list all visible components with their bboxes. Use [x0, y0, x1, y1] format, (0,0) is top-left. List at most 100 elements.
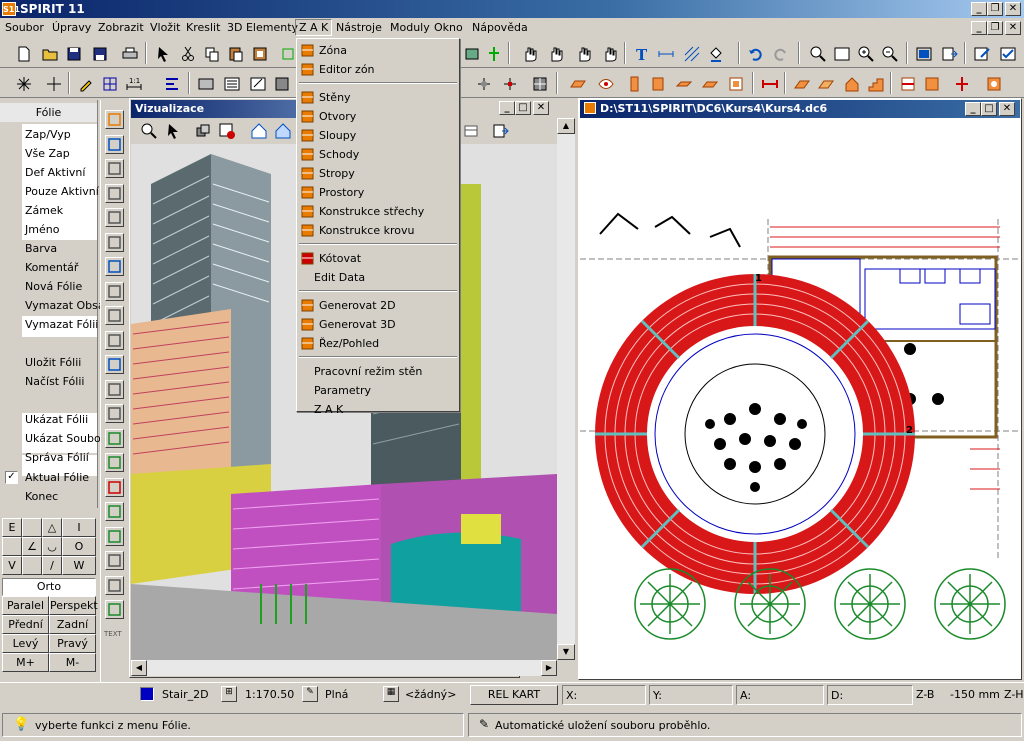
snap-key-blank2[interactable]	[2, 537, 22, 556]
menu-3d-elementy[interactable]: 3D Elementy	[227, 21, 298, 34]
minimize-button[interactable]: _	[971, 2, 987, 16]
view-button-paralel[interactable]: Paralel	[2, 596, 49, 615]
menu-okno[interactable]: Okno	[434, 21, 463, 34]
house-tool-icon[interactable]	[842, 74, 860, 92]
snap-key-arc[interactable]: ◡	[42, 537, 62, 556]
zak-menu-item-2[interactable]: Stěny	[297, 88, 459, 107]
undo-icon[interactable]	[746, 44, 764, 62]
text-mode-icon[interactable]	[105, 600, 124, 619]
zoom-out-icon[interactable]	[880, 44, 898, 62]
layer-item-13[interactable]: Ukázat Fólii	[25, 410, 88, 429]
rotate-icon[interactable]	[105, 379, 124, 399]
layer-name[interactable]: Stair_2D	[162, 688, 209, 701]
viz-scroll-left[interactable]: ◀	[131, 660, 147, 676]
view-button-levy[interactable]: Levý	[2, 634, 49, 653]
menu-kreslit[interactable]: Kreslit	[186, 21, 220, 34]
hatch-icon[interactable]	[682, 44, 700, 62]
grid-snap-icon[interactable]	[105, 159, 124, 178]
layer-item-1[interactable]: Vše Zap	[25, 144, 70, 163]
viz-export-icon[interactable]	[491, 121, 509, 139]
layer-item-3[interactable]: Pouze Aktivní	[25, 182, 99, 201]
layer-green-icon[interactable]	[484, 44, 502, 62]
zak-menu-item-1[interactable]: Editor zón	[297, 60, 459, 79]
layer-item-15[interactable]: Správa Fólií	[25, 448, 89, 467]
menu-napoveda[interactable]: Nápověda	[472, 21, 528, 34]
zak-menu-item-7[interactable]: Prostory	[297, 183, 459, 202]
viz-vscrollbar[interactable]: ▲ ▼	[557, 118, 575, 660]
viz-zoom-icon[interactable]	[139, 121, 157, 139]
layer-item-12[interactable]: Načíst Fólii	[25, 372, 84, 391]
text-tool-icon[interactable]: T	[632, 44, 650, 64]
layer-color-swatch[interactable]	[140, 687, 154, 701]
mirror-axis-icon[interactable]	[105, 551, 124, 570]
maximize-button[interactable]: ❐	[987, 2, 1003, 16]
zak-menu-item-4[interactable]: Sloupy	[297, 126, 459, 145]
menu-moduly[interactable]: Moduly	[390, 21, 430, 34]
layer-item-10[interactable]: Vymazat Fólii	[25, 315, 98, 334]
image-icon[interactable]	[105, 306, 124, 325]
layer-item-4[interactable]: Zámek	[25, 201, 63, 220]
render-tool-icon[interactable]	[984, 74, 1002, 92]
zak-menu-item-9[interactable]: Konstrukce krovu	[297, 221, 459, 240]
wall-tool-icon[interactable]	[568, 74, 586, 92]
beam-tool-icon[interactable]	[674, 74, 693, 92]
mid-maximize-button[interactable]: □	[515, 101, 531, 115]
group-icon[interactable]	[278, 44, 296, 62]
select-pen-icon[interactable]	[76, 74, 94, 92]
viz-hscrollbar[interactable]: ◀ ▶	[131, 660, 557, 676]
align-icon[interactable]	[162, 74, 180, 92]
snap-key-w[interactable]: W	[62, 556, 96, 575]
crosshair-icon[interactable]	[44, 74, 62, 92]
section-tool-icon[interactable]	[898, 74, 916, 92]
zak-menu-item-17[interactable]: Z A K	[297, 400, 459, 419]
select-grid-icon[interactable]	[100, 74, 118, 92]
zak-menu-item-5[interactable]: Schody	[297, 145, 459, 164]
view-tool-icon[interactable]	[922, 74, 940, 92]
zak-menu-item-8[interactable]: Konstrukce střechy	[297, 202, 459, 221]
menu-upravy[interactable]: Úpravy	[52, 21, 91, 34]
hatch-icon[interactable]	[105, 281, 124, 301]
dwg-minimize-button[interactable]: _	[965, 102, 981, 116]
snap-key-triangle[interactable]: △	[42, 518, 62, 537]
color-grid-icon[interactable]	[105, 477, 124, 497]
zak-menu-item-10[interactable]: Kótovat	[297, 249, 459, 268]
mid-minimize-button[interactable]: _	[499, 101, 515, 115]
print-icon[interactable]	[120, 44, 138, 62]
orange-box-icon[interactable]	[105, 110, 124, 129]
view-button-pravy[interactable]: Pravý	[49, 634, 96, 653]
hand-pan-icon[interactable]	[520, 44, 538, 62]
layer-item-0[interactable]: Zap/Vyp	[25, 125, 71, 144]
zb-value[interactable]: -150 mm	[950, 688, 1000, 701]
pattern-value[interactable]: <žádný>	[405, 688, 456, 701]
zak-menu-item-3[interactable]: Otvory	[297, 107, 459, 126]
layer-item-7[interactable]: Komentář	[25, 258, 78, 277]
snap-point-icon[interactable]	[474, 74, 492, 92]
viz-frame-icon[interactable]	[461, 121, 479, 139]
open-file-icon[interactable]	[40, 44, 58, 62]
scale-icon[interactable]: ⊞	[221, 686, 237, 702]
copy-icon[interactable]	[202, 44, 220, 62]
zak-menu-item-16[interactable]: Parametry	[297, 381, 459, 400]
scale-value[interactable]: 1:170.50	[245, 688, 294, 701]
layer-item-16[interactable]: Aktual Fólie	[25, 468, 89, 487]
diagonal-cross-icon[interactable]	[105, 232, 124, 252]
viz-render-icon[interactable]	[217, 121, 235, 139]
fill-bucket-icon[interactable]	[706, 44, 724, 62]
zoom-icon[interactable]	[808, 44, 826, 62]
snap-key-o[interactable]: O	[62, 537, 96, 556]
snap-end-icon[interactable]	[500, 74, 518, 92]
view-button-m-plus[interactable]: M+	[2, 653, 49, 672]
snap-key-v[interactable]: V	[2, 556, 22, 575]
clipboard-icon[interactable]	[250, 44, 268, 62]
zak-menu-item-13[interactable]: Generovat 3D	[297, 315, 459, 334]
dimension-red-icon[interactable]	[760, 74, 778, 92]
layer-item-6[interactable]: Barva	[25, 239, 57, 258]
doc-close-button[interactable]: ✕	[1005, 21, 1021, 35]
hand-move-icon[interactable]	[574, 44, 592, 62]
viz-pointer-icon[interactable]	[163, 121, 181, 139]
snap-key-blank1[interactable]	[22, 518, 42, 537]
move-copy-icon[interactable]	[105, 526, 124, 546]
layer-item-14[interactable]: Ukázat Soubor	[25, 429, 105, 448]
truss-tool-icon[interactable]	[816, 74, 834, 92]
zak-menu-item-15[interactable]: Pracovní režim stěn	[297, 362, 459, 381]
